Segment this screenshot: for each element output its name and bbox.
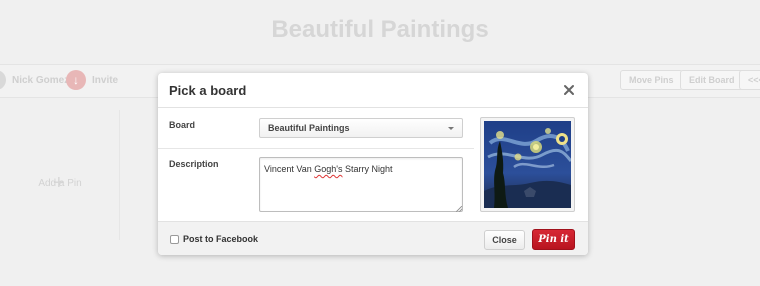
close-button[interactable]: Close (484, 230, 525, 250)
dialog-header: Pick a board (158, 73, 588, 108)
pick-board-dialog: Pick a board Board Beautiful Paintings D… (158, 73, 588, 255)
pin-image-frame (480, 117, 575, 212)
add-pin-label: Add a Pin (38, 178, 82, 189)
post-to-facebook-label: Post to Facebook (183, 234, 259, 244)
edit-board-button: Edit Board (680, 70, 744, 90)
divider (158, 148, 474, 149)
avatar (0, 70, 6, 90)
dialog-title: Pick a board (169, 83, 247, 98)
post-to-facebook-checkbox[interactable]: Post to Facebook (170, 234, 258, 244)
starry-night-image (484, 121, 571, 208)
board-label: Board (169, 120, 196, 130)
owner-name: Nick Gomez (12, 74, 70, 86)
board-select-value: Beautiful Paintings (268, 123, 350, 133)
description-label: Description (169, 159, 219, 169)
close-icon[interactable] (562, 83, 576, 97)
invite-link: ↓ Invite (66, 70, 118, 90)
board-page-title: Beautiful Paintings (271, 16, 489, 43)
invite-icon: ↓ (66, 70, 86, 90)
dialog-footer: Post to Facebook Close Pin it (158, 221, 588, 255)
description-textarea[interactable] (259, 157, 463, 212)
share-button: <<< (739, 70, 760, 90)
move-pins-button: Move Pins (620, 70, 683, 90)
board-select[interactable]: Beautiful Paintings (259, 118, 463, 138)
invite-label: Invite (92, 74, 119, 86)
chevron-down-icon (448, 127, 454, 130)
resize-handle-icon[interactable] (456, 206, 462, 212)
pin-it-button[interactable]: Pin it (532, 229, 575, 250)
board-owner: Nick Gomez (0, 70, 69, 90)
checkbox-box[interactable] (170, 234, 179, 244)
